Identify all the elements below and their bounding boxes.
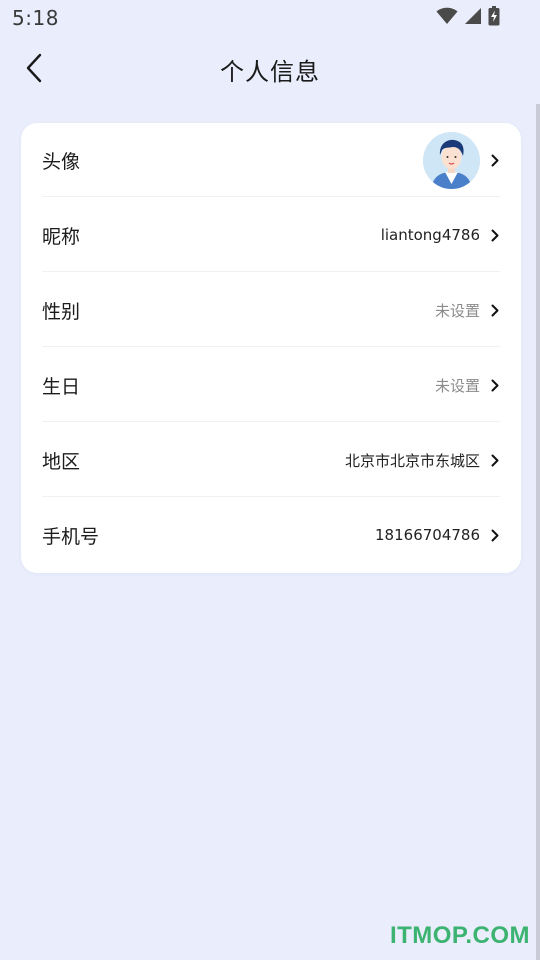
divider — [42, 346, 500, 347]
user-avatar-icon[interactable] — [423, 131, 480, 189]
row-label: 生日 — [42, 375, 81, 398]
profile-row-region[interactable]: 地区 北京市北京市东城区 — [42, 423, 500, 497]
row-label: 性别 — [42, 300, 81, 323]
profile-row-phone[interactable]: 手机号 18166704786 — [42, 498, 500, 572]
phone-value: 18166704786 — [375, 526, 480, 544]
row-label: 头像 — [42, 150, 81, 173]
header: 个人信息 — [0, 36, 540, 104]
watermark: ITMOP.COM — [389, 922, 530, 949]
nickname-value: liantong4786 — [380, 226, 480, 244]
status-icons — [436, 6, 500, 30]
profile-row-nickname[interactable]: 昵称 liantong4786 — [42, 198, 500, 272]
chevron-right-icon — [490, 378, 500, 392]
divider — [42, 196, 500, 197]
scrollbar[interactable] — [536, 104, 540, 960]
chevron-right-icon — [490, 528, 500, 542]
battery-charging-icon — [488, 6, 500, 30]
profile-row-gender[interactable]: 性别 未设置 — [42, 273, 500, 347]
status-time: 5:18 — [12, 6, 59, 30]
row-label: 昵称 — [42, 225, 81, 248]
profile-row-avatar[interactable]: 头像 — [42, 123, 500, 197]
profile-row-birthday[interactable]: 生日 未设置 — [42, 348, 500, 422]
wifi-icon — [436, 7, 458, 29]
divider — [42, 421, 500, 422]
row-label: 地区 — [42, 450, 81, 473]
birthday-value: 未设置 — [434, 376, 480, 395]
divider — [42, 496, 500, 497]
chevron-right-icon — [490, 153, 500, 167]
chevron-right-icon — [490, 453, 500, 467]
gender-value: 未设置 — [434, 301, 480, 320]
profile-card: 头像 昵称 liantong4786 性别 未设置 生日 未设置 地区 北京市北… — [21, 123, 521, 573]
row-label: 手机号 — [42, 525, 100, 548]
divider — [42, 271, 500, 272]
page-title: 个人信息 — [220, 58, 320, 86]
signal-icon — [464, 7, 482, 29]
chevron-right-icon — [490, 303, 500, 317]
status-bar: 5:18 — [0, 0, 540, 36]
chevron-right-icon — [490, 228, 500, 242]
region-value: 北京市北京市东城区 — [344, 451, 480, 470]
